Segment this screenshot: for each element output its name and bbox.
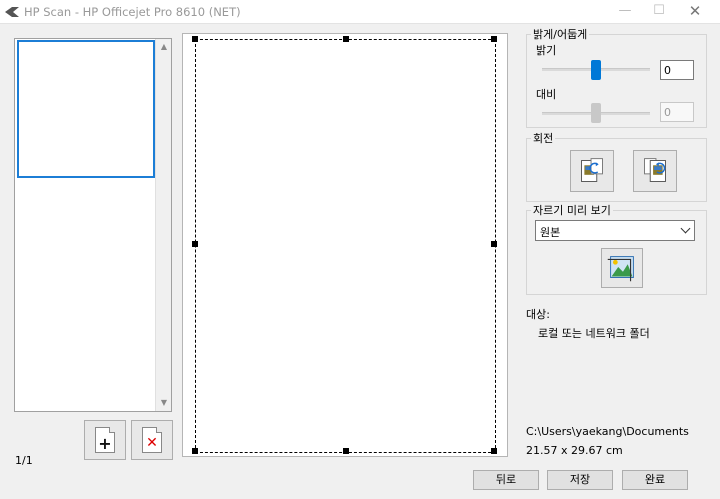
group-title-crop: 자르기 미리 보기 xyxy=(531,204,613,217)
scroll-up-icon[interactable]: ▲ xyxy=(156,39,172,55)
thumbnail-list[interactable]: ▲ ▼ xyxy=(14,38,172,412)
rotate-left-button[interactable] xyxy=(570,150,614,192)
back-button[interactable]: 뒤로 xyxy=(473,470,539,490)
delete-page-button[interactable]: ✕ xyxy=(131,420,173,460)
brightness-label: 밝기 xyxy=(536,44,557,57)
page-size: 21.57 x 29.67 cm xyxy=(526,444,623,457)
contrast-label: 대비 xyxy=(536,88,557,101)
destination-value: 로컬 또는 네트워크 폴더 xyxy=(538,327,650,340)
window-title: HP Scan - HP Officejet Pro 8610 (NET) xyxy=(24,5,241,19)
rotate-group: 회전 xyxy=(526,132,707,202)
add-page-button[interactable]: + xyxy=(84,420,126,460)
hp-scan-logo-icon xyxy=(5,7,19,17)
page-counter: 1/1 xyxy=(15,454,33,467)
crop-handle-bottom-left[interactable] xyxy=(192,448,198,454)
crop-handle-bottom-right[interactable] xyxy=(491,448,497,454)
destination-label: 대상: xyxy=(526,308,550,321)
rotate-left-icon xyxy=(581,158,603,182)
brightness-input[interactable]: 0 xyxy=(660,60,694,80)
scroll-down-icon[interactable]: ▼ xyxy=(156,395,172,411)
chevron-down-icon xyxy=(680,223,691,234)
crop-handle-right[interactable] xyxy=(491,241,497,247)
close-icon[interactable]: ✕ xyxy=(676,0,714,24)
brightness-slider-thumb[interactable] xyxy=(591,60,601,80)
scan-preview xyxy=(182,33,508,457)
crop-mode-select[interactable]: 원본 xyxy=(535,220,695,241)
group-title-brightness: 밝게/어둡게 xyxy=(531,28,590,41)
page-thumbnail[interactable] xyxy=(17,40,155,178)
crop-handle-top-right[interactable] xyxy=(491,36,497,42)
minimize-icon[interactable]: — xyxy=(606,0,644,24)
done-button[interactable]: 완료 xyxy=(622,470,688,490)
add-page-icon: + xyxy=(95,427,115,453)
save-path: C:\Users\yaekang\Documents xyxy=(526,425,689,438)
contrast-slider-thumb xyxy=(591,103,601,123)
title-bar: HP Scan - HP Officejet Pro 8610 (NET) — … xyxy=(0,0,720,24)
crop-handle-bottom[interactable] xyxy=(343,448,349,454)
rotate-right-button[interactable] xyxy=(633,150,677,192)
thumbnail-scrollbar[interactable]: ▲ ▼ xyxy=(155,39,171,411)
crop-mode-value: 원본 xyxy=(540,226,561,239)
crop-button[interactable] xyxy=(601,248,643,288)
crop-handle-top-left[interactable] xyxy=(192,36,198,42)
rotate-right-icon xyxy=(644,158,666,182)
maximize-icon[interactable]: ☐ xyxy=(640,0,678,24)
crop-selection[interactable] xyxy=(192,36,497,454)
save-button[interactable]: 저장 xyxy=(547,470,613,490)
group-title-rotate: 회전 xyxy=(531,132,556,145)
crop-handle-top[interactable] xyxy=(343,36,349,42)
crop-handle-left[interactable] xyxy=(192,241,198,247)
crop-image-icon xyxy=(607,256,634,282)
contrast-input: 0 xyxy=(660,102,694,122)
delete-page-icon: ✕ xyxy=(142,427,162,453)
